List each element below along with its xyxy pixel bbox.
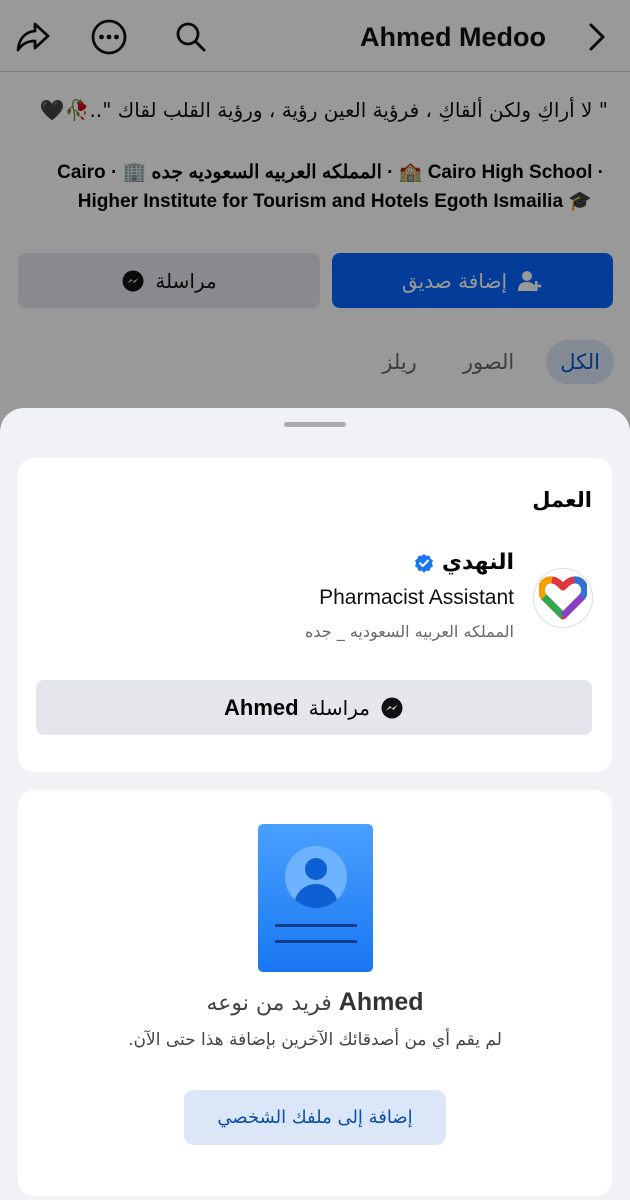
messenger-icon [381,697,403,718]
company-label: النهدي [441,550,514,575]
unique-subtitle: لم يقم أي من أصدقائك الآخرين بإضافة هذا … [128,1030,502,1050]
unique-name: Ahmed [338,988,424,1016]
work-heading: العمل [532,488,592,512]
job-position: Pharmacist Assistant [319,586,514,609]
bottom-sheet: العمل النهدي Pharmacist Assistant المملك… [0,408,630,1200]
company-logo[interactable] [533,568,593,628]
sheet-drag-handle[interactable] [284,422,346,427]
add-to-profile-button[interactable]: إضافة إلى ملفك الشخصي [184,1090,446,1145]
work-card: العمل النهدي Pharmacist Assistant المملك… [18,458,612,772]
message-name: Ahmed [224,694,299,720]
unique-title: Ahmed فريد من نوعه [18,988,612,1017]
company-name[interactable]: النهدي [414,550,514,575]
message-ahmed-button[interactable]: مراسلة Ahmed [36,680,592,735]
unique-card: Ahmed فريد من نوعه لم يقم أي من أصدقائك … [18,790,612,1196]
profile-card-illustration [258,824,373,972]
verified-badge-icon [414,553,433,573]
job-location: المملكه العربيه السعوديه _ جده [304,622,514,641]
message-prefix: مراسلة [308,695,370,720]
unique-title-text: فريد من نوعه [206,991,332,1016]
